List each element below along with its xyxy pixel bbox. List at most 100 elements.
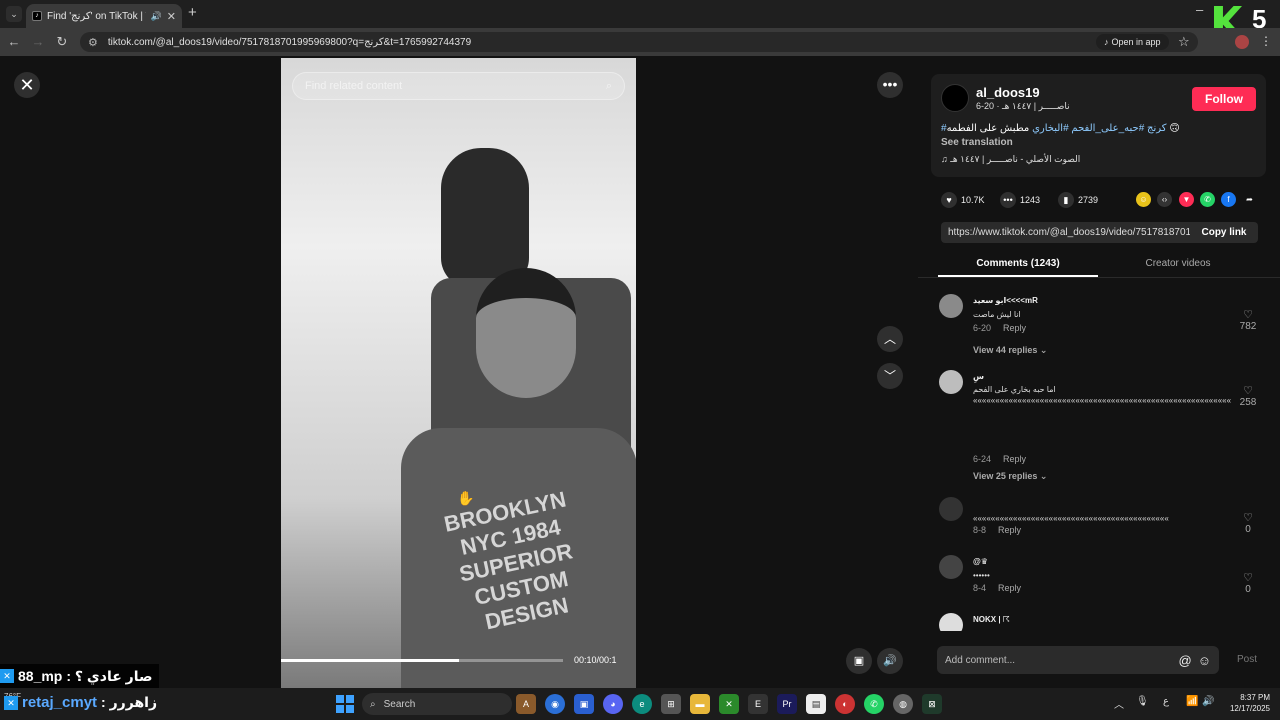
reply-button[interactable]: Reply	[1003, 323, 1026, 333]
commenter-name[interactable]: NOKX | ☈	[973, 615, 1010, 624]
video-player[interactable]: BROOKLYN NYC 1984 SUPERIOR CUSTOM DESIGN…	[281, 58, 636, 688]
taskbar-search-label: Search	[383, 698, 416, 710]
video-man-figure	[441, 148, 529, 288]
premiere-icon[interactable]: Pr	[777, 694, 797, 714]
reply-button[interactable]: Reply	[998, 583, 1021, 593]
commenter-avatar[interactable]	[939, 370, 963, 394]
facebook-icon[interactable]: f	[1221, 192, 1236, 207]
view-replies-button[interactable]: View 25 replies ⌄	[973, 471, 1047, 482]
file-explorer-icon[interactable]: ▬	[690, 694, 710, 714]
app-icon[interactable]: ◐	[835, 694, 855, 714]
video-progress-bar[interactable]	[281, 659, 563, 662]
comment-like-count: 0	[1245, 524, 1251, 535]
commenter-name[interactable]: سِ	[973, 372, 984, 381]
floating-player-button[interactable]: ▣	[846, 648, 872, 674]
commenter-name[interactable]: ابو سعيد<<<<mR	[973, 296, 1038, 305]
chat-text-2: : زاهررر	[101, 694, 158, 710]
add-comment-input[interactable]: Add comment... @ ☺	[937, 646, 1219, 674]
author-username[interactable]: al_doos19	[976, 85, 1040, 100]
tab-creator-videos[interactable]: Creator videos	[1098, 258, 1258, 269]
music-link[interactable]: ♫ الصوت الأصلي - ناصـــــر | ١٤٤٧ هـ	[941, 154, 1080, 165]
post-link[interactable]: https://www.tiktok.com/@al_doos19/video/…	[941, 227, 1190, 238]
close-video-button[interactable]: ✕	[14, 72, 40, 98]
comment-stat[interactable]: ••• 1243	[1000, 192, 1040, 208]
chrome-icon[interactable]: ◉	[545, 694, 565, 714]
close-tab-icon[interactable]: ✕	[167, 10, 176, 23]
discord-icon[interactable]: ◕	[603, 694, 623, 714]
comment-meta: 8-8 Reply	[973, 525, 1021, 535]
obs-icon[interactable]: ◍	[893, 694, 913, 714]
post-comment-button[interactable]: Post	[1237, 654, 1257, 665]
comment-like[interactable]: ♡ 258	[1236, 384, 1260, 408]
clock-time: 8:37 PM	[1240, 693, 1270, 702]
app-icon[interactable]: A	[516, 694, 536, 714]
video-search-input[interactable]: Find related content ⌕	[292, 72, 625, 100]
twitter-icon: ✕	[4, 695, 18, 710]
tab-list-button[interactable]: ⌄	[6, 6, 22, 22]
next-video-button[interactable]: ﹀	[877, 363, 903, 389]
taskbar-search[interactable]: ⌕ Search	[362, 693, 512, 715]
view-replies-button[interactable]: View 44 replies ⌄	[973, 345, 1047, 356]
reply-button[interactable]: Reply	[1003, 454, 1026, 464]
comment-like[interactable]: ♡ 782	[1236, 308, 1260, 332]
tab-comments[interactable]: Comments (1243)	[938, 258, 1098, 269]
app-icon[interactable]: ⊠	[922, 694, 942, 714]
profile-avatar[interactable]	[1235, 35, 1249, 49]
send-icon[interactable]: ▼	[1179, 192, 1194, 207]
comment-date: 8-8	[973, 525, 987, 535]
language-indicator[interactable]: ع	[1163, 696, 1169, 707]
emoji-icon[interactable]: ☺	[1198, 653, 1211, 668]
whatsapp-icon[interactable]: ✆	[1200, 192, 1215, 207]
more-options-button[interactable]: •••	[877, 72, 903, 98]
xbox-icon[interactable]: ✕	[719, 694, 739, 714]
browser-tab[interactable]: ♪ Find 'كرنج' on TikTok | TikTok 🔊 ✕	[26, 4, 182, 28]
forward-button[interactable]: →	[30, 34, 46, 50]
heart-outline-icon: ♡	[1243, 309, 1253, 321]
copy-link-button[interactable]: Copy link	[1190, 227, 1258, 238]
address-bar[interactable]: ⚙ tiktok.com/@al_doos19/video/7517818701…	[80, 32, 1198, 52]
author-avatar[interactable]	[941, 84, 969, 112]
comment-like[interactable]: ♡ 0	[1236, 571, 1260, 595]
comment-like-count: 782	[1239, 321, 1257, 332]
app-icon[interactable]: ▣	[574, 694, 594, 714]
emoji-share-icon[interactable]: ☺	[1136, 192, 1151, 207]
reload-button[interactable]: ↻	[54, 34, 70, 50]
follow-button[interactable]: Follow	[1192, 87, 1256, 111]
embed-icon[interactable]: ‹›	[1157, 192, 1172, 207]
new-tab-button[interactable]: +	[188, 5, 202, 21]
commenter-name[interactable]: @♛	[973, 557, 988, 566]
taskbar-clock[interactable]: 8:37 PM 12/17/2025	[1226, 692, 1270, 714]
browser-menu-icon[interactable]: ⋮	[1260, 34, 1272, 48]
back-button[interactable]: ←	[6, 34, 22, 50]
chat-user-1: 88_mp	[18, 668, 63, 684]
open-in-app-button[interactable]: ♪ Open in app	[1096, 34, 1169, 50]
tray-expand-icon[interactable]: ︿	[1114, 696, 1124, 711]
save-stat[interactable]: ▮ 2739	[1058, 192, 1098, 208]
tiktok-favicon-icon: ♪	[32, 11, 42, 21]
whatsapp-icon[interactable]: ✆	[864, 694, 884, 714]
document-icon[interactable]: ▤	[806, 694, 826, 714]
site-info-icon[interactable]: ⚙	[88, 36, 98, 49]
share-arrow-icon[interactable]: ➦	[1242, 192, 1257, 207]
see-translation-link[interactable]: See translation	[941, 137, 1013, 148]
epic-games-icon[interactable]: E	[748, 694, 768, 714]
comment-like[interactable]: ♡ 0	[1236, 511, 1260, 535]
minimize-button[interactable]: –	[1196, 2, 1210, 17]
volume-button[interactable]: 🔊	[877, 648, 903, 674]
windows-start-icon[interactable]	[336, 695, 354, 713]
commenter-avatar[interactable]	[939, 555, 963, 579]
microphone-icon[interactable]: 🎙	[1136, 696, 1149, 707]
reply-button[interactable]: Reply	[998, 525, 1021, 535]
wifi-icon[interactable]: 📶	[1186, 696, 1198, 707]
mention-icon[interactable]: @	[1179, 653, 1192, 668]
like-count: 10.7K	[961, 195, 985, 205]
volume-icon[interactable]: 🔊	[1202, 696, 1214, 707]
bookmark-star-icon[interactable]: ☆	[1178, 34, 1190, 50]
store-icon[interactable]: ⊞	[661, 694, 681, 714]
edge-icon[interactable]: e	[632, 694, 652, 714]
commenter-avatar[interactable]	[939, 294, 963, 318]
previous-video-button[interactable]: ︿	[877, 326, 903, 352]
like-stat[interactable]: ♥ 10.7K	[941, 192, 985, 208]
commenter-avatar[interactable]	[939, 613, 963, 631]
commenter-avatar[interactable]	[939, 497, 963, 521]
